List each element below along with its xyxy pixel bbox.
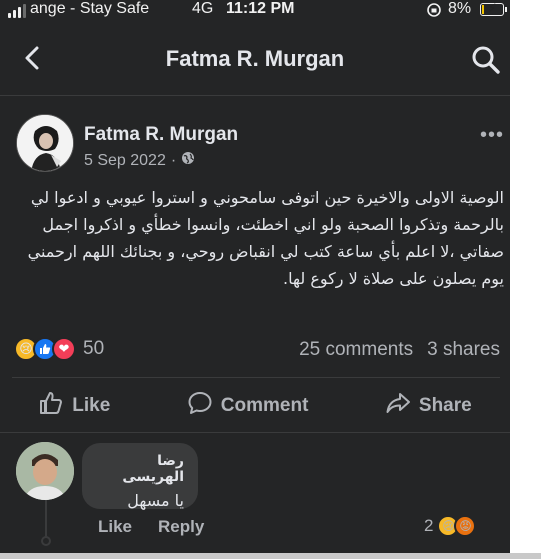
globe-icon xyxy=(181,151,195,170)
battery-icon: ⚡ xyxy=(480,1,507,16)
comment-button[interactable]: Comment xyxy=(187,388,309,424)
comment-bubble[interactable]: رضا الهريسى يا مسهل xyxy=(82,443,198,510)
signal-icon xyxy=(8,4,26,18)
like-button[interactable]: Like xyxy=(38,388,110,424)
comment-like-button[interactable]: Like xyxy=(98,517,132,537)
clock: 11:12 PM xyxy=(226,0,295,17)
post-date[interactable]: 5 Sep 2022 xyxy=(84,152,166,170)
page-title: Fatma R. Murgan xyxy=(165,46,345,71)
like-button-label: Like xyxy=(72,395,111,416)
actions-divider xyxy=(0,432,510,433)
comments-count[interactable]: 25 comments xyxy=(299,339,413,361)
comment-reply-button[interactable]: Reply xyxy=(158,517,204,537)
comment-reaction-summary[interactable]: 2 😢 😡 xyxy=(424,515,477,537)
comment-reaction-count: 2 xyxy=(424,516,434,535)
comment-text: يا مسهل xyxy=(127,491,184,510)
screenshot-margin-right xyxy=(510,0,541,559)
more-horizontal-icon[interactable]: ••• xyxy=(480,124,504,147)
reaction-summary[interactable]: 😢 ❤ 50 xyxy=(14,337,104,361)
app-frame: ange - Stay Safe 4G 11:12 PM 8% ⚡ Fatma … xyxy=(0,0,510,559)
carrier-label: ange - Stay Safe xyxy=(30,0,150,17)
header-divider xyxy=(0,95,510,96)
share-button-label: Share xyxy=(418,395,472,416)
rotation-lock-icon xyxy=(426,2,442,23)
battery-percent: 8% xyxy=(448,0,472,17)
thumbs-up-icon xyxy=(38,390,64,422)
love-emoji-icon: ❤ xyxy=(52,337,76,361)
share-button[interactable]: Share xyxy=(385,388,472,424)
search-icon[interactable] xyxy=(470,44,502,76)
angry-emoji-icon: 😡 xyxy=(454,515,477,537)
charging-bolt-icon: ⚡ xyxy=(488,1,497,15)
author-avatar[interactable] xyxy=(16,114,74,172)
post-action-bar: Like Comment Share xyxy=(0,388,510,424)
reactions-divider xyxy=(12,377,500,378)
shares-count[interactable]: 3 shares xyxy=(427,339,500,361)
commenter-avatar[interactable] xyxy=(16,442,74,500)
post-meta: 5 Sep 2022 · xyxy=(84,151,195,170)
post-body: الوصية الاولى والاخيرة حين اتوفى سامحوني… xyxy=(27,188,504,288)
network-type: 4G xyxy=(192,0,214,17)
reply-thread-line xyxy=(45,500,47,540)
share-arrow-icon xyxy=(385,390,411,422)
comment-actions: Like Reply xyxy=(98,517,204,537)
reply-thread-node xyxy=(41,536,51,546)
comment-button-label: Comment xyxy=(220,395,309,416)
status-bar: ange - Stay Safe 4G 11:12 PM 8% ⚡ xyxy=(0,0,510,20)
battery-level-fill xyxy=(482,5,484,14)
screenshot-margin-bottom xyxy=(0,553,541,559)
top-nav-bar: Fatma R. Murgan xyxy=(0,36,510,80)
meta-separator: · xyxy=(170,151,177,169)
engagement-counts: 25 comments 3 shares xyxy=(299,339,500,361)
comment-bubble-icon xyxy=(187,390,213,422)
post-author-name[interactable]: Fatma R. Murgan xyxy=(84,124,238,146)
reaction-count: 50 xyxy=(83,338,105,359)
comment-author[interactable]: رضا الهريسى xyxy=(96,453,184,485)
